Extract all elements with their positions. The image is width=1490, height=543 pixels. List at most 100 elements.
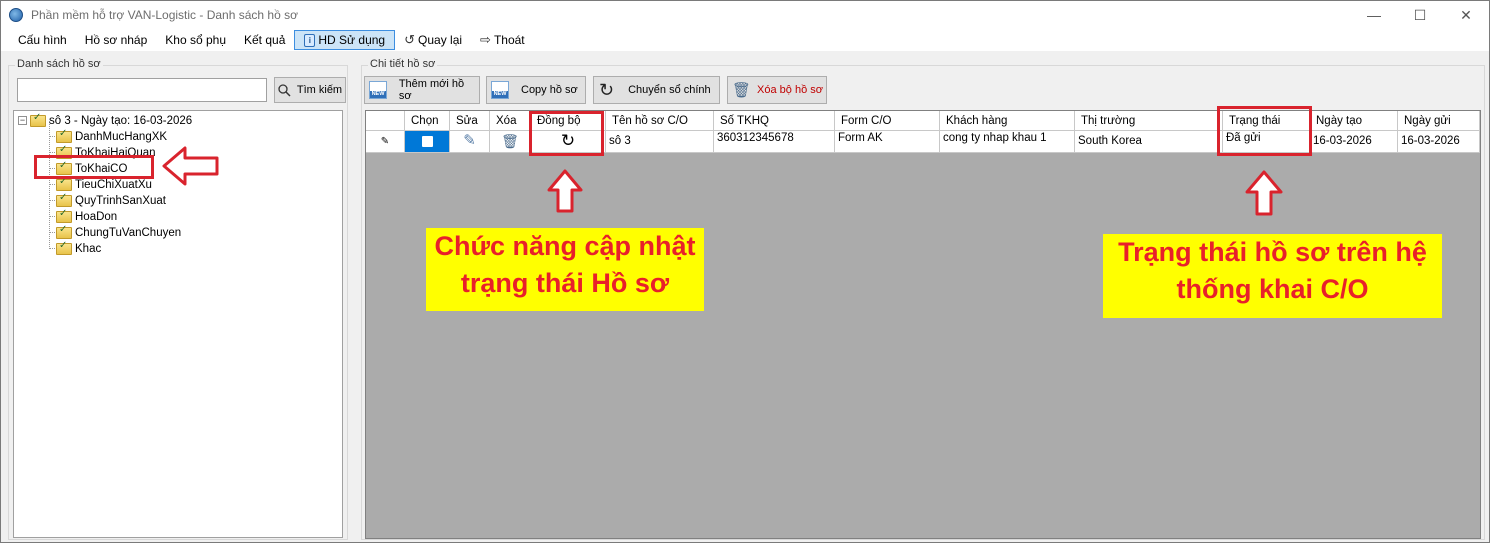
tree-node-danh-muc-hang-xk[interactable]: DanhMucHangXK (56, 128, 168, 144)
window-title: Phần mềm hỗ trợ VAN-Logistic - Danh sách… (31, 8, 298, 22)
left-arrow-icon (162, 146, 219, 186)
row-customs-number[interactable]: 360312345678 (714, 131, 835, 153)
copy-file-label: Copy hồ sơ (521, 84, 578, 96)
tree-node-label: Khac (75, 242, 102, 255)
row-edit-indicator[interactable]: ✎ (366, 131, 405, 153)
app-window: Phần mềm hỗ trợ VAN-Logistic - Danh sách… (0, 0, 1490, 543)
tree-node-label: QuyTrinhSanXuat (75, 194, 166, 207)
column-header-delete[interactable]: Xóa (490, 111, 531, 131)
folder-icon (56, 192, 72, 207)
menu-sub-ledger[interactable]: Kho sổ phụ (156, 30, 235, 50)
row-co-form[interactable]: Form AK (835, 131, 940, 153)
up-arrow-icon (547, 169, 583, 213)
edit-pencil-icon[interactable]: ✎ (463, 132, 476, 149)
delete-file-set-button[interactable]: 🗑 Xóa bộ hồ sơ (727, 76, 827, 104)
tree-node-tieu-chi-xuat-xu[interactable]: TieuChiXuatXu (56, 176, 152, 192)
menu-config-label: Cấu hình (18, 33, 67, 47)
exit-icon: ⇨ (480, 32, 491, 47)
column-header-customer[interactable]: Khách hàng (940, 111, 1075, 131)
file-list-group: Danh sách hồ sơ Tìm kiếm − sô 3 - Ngày (8, 58, 348, 540)
search-button-label: Tìm kiếm (296, 84, 343, 96)
file-list-title: Danh sách hồ sơ (15, 58, 103, 70)
folder-icon (56, 240, 72, 255)
minimize-button[interactable]: — (1351, 1, 1397, 29)
tree-root-label: sô 3 - Ngày tạo: 16-03-2026 (49, 114, 193, 127)
close-button[interactable]: ✕ (1443, 1, 1489, 29)
column-header-co-file-name[interactable]: Tên hồ sơ C/O (606, 111, 714, 131)
row-market[interactable]: South Korea (1075, 131, 1223, 153)
row-select-cell[interactable] (405, 131, 450, 153)
menu-back[interactable]: ↺ Quay lại (395, 30, 471, 50)
trash-icon: 🗑 (732, 82, 752, 99)
status-note-line-1: Trạng thái hồ sơ trên hệ (1118, 237, 1427, 267)
tree-node-chung-tu-van-chuyen[interactable]: ChungTuVanChuyen (56, 224, 182, 240)
menu-exit-label: Thoát (493, 33, 525, 47)
title-bar: Phần mềm hỗ trợ VAN-Logistic - Danh sách… (1, 1, 1489, 29)
file-grid: Chọn Sửa Xóa Đồng bộ Tên hồ sơ C/O Số TK… (365, 110, 1481, 539)
tree-node-label: ChungTuVanChuyen (75, 226, 182, 239)
delete-file-set-label: Xóa bộ hồ sơ (757, 84, 823, 96)
menu-config[interactable]: Cấu hình (9, 30, 76, 50)
file-detail-title: Chi tiết hồ sơ (368, 58, 438, 70)
convert-main-ledger-button[interactable]: ↻ Chuyển sổ chính (593, 76, 720, 104)
folder-icon (56, 128, 72, 143)
highlight-box-sync-column (529, 111, 604, 156)
tree-node-khac[interactable]: Khac (56, 240, 102, 256)
collapse-icon[interactable]: − (18, 116, 27, 125)
column-header-select[interactable]: Chọn (405, 111, 450, 131)
menu-help-guide[interactable]: i HD Sử dụng (294, 30, 396, 50)
folder-icon (56, 224, 72, 239)
add-file-button[interactable]: Thêm mới hồ sơ (364, 76, 480, 104)
menu-drafts-label: Hồ sơ nháp (84, 33, 148, 47)
sync-note-line-1: Chức năng cập nhật (434, 231, 696, 261)
row-edit-cell[interactable]: ✎ (450, 131, 490, 153)
menu-back-label: Quay lại (418, 33, 463, 47)
new-file-icon (369, 81, 387, 99)
column-header-edit[interactable]: Sửa (450, 111, 490, 131)
search-icon (278, 83, 291, 97)
row-delete-cell[interactable]: 🗑 (490, 131, 531, 153)
status-note-line-2: thống khai C/O (1176, 274, 1369, 304)
row-sent-date[interactable]: 16-03-2026 (1398, 131, 1480, 153)
folder-icon (56, 208, 72, 223)
menu-results-label: Kết quả (244, 33, 286, 47)
copy-file-button[interactable]: Copy hồ sơ (486, 76, 586, 104)
delete-trash-icon[interactable]: 🗑 (501, 133, 519, 149)
row-select-checkbox[interactable] (421, 136, 433, 147)
maximize-button[interactable]: ☐ (1397, 1, 1443, 29)
menu-results[interactable]: Kết quả (235, 30, 294, 50)
pencil-small-icon: ✎ (380, 136, 390, 147)
tree-node-quy-trinh-san-xuat[interactable]: QuyTrinhSanXuat (56, 192, 166, 208)
status-note: Trạng thái hồ sơ trên hệ thống khai C/O (1103, 234, 1442, 318)
row-co-file-name[interactable]: sô 3 (606, 131, 714, 153)
menu-help-guide-label: HD Sử dụng (318, 33, 386, 47)
tree-node-hoa-don[interactable]: HoaDon (56, 208, 118, 224)
highlight-box-to-khai-co (34, 155, 154, 179)
tree-root-node[interactable]: − sô 3 - Ngày tạo: 16-03-2026 (18, 112, 193, 128)
search-button[interactable]: Tìm kiếm (274, 77, 346, 103)
tree-connector (49, 121, 50, 249)
menu-drafts[interactable]: Hồ sơ nháp (76, 30, 157, 50)
tree-node-label: DanhMucHangXK (75, 130, 168, 143)
column-header-sent-date[interactable]: Ngày gửi (1398, 111, 1480, 131)
convert-main-ledger-label: Chuyển sổ chính (628, 84, 711, 96)
window-controls: — ☐ ✕ (1351, 1, 1489, 29)
row-customer[interactable]: cong ty nhap khau 1 (940, 131, 1075, 153)
menu-exit[interactable]: ⇨ Thoát (471, 30, 534, 50)
row-created-date[interactable]: 16-03-2026 (1310, 131, 1398, 153)
column-header-co-form[interactable]: Form C/O (835, 111, 940, 131)
tree-node-label: TieuChiXuatXu (75, 178, 152, 191)
column-header-customs-number[interactable]: Số TKHQ (714, 111, 835, 131)
sync-feature-note: Chức năng cập nhật trạng thái Hồ sơ (426, 228, 704, 311)
tree-node-label: HoaDon (75, 210, 118, 223)
back-refresh-icon: ↺ (404, 32, 416, 47)
search-input[interactable] (17, 78, 267, 102)
add-file-label: Thêm mới hồ sơ (398, 78, 465, 102)
help-doc-icon: i (304, 33, 316, 47)
highlight-box-status-column (1217, 106, 1312, 156)
sync-note-line-2: trạng thái Hồ sơ (460, 268, 670, 298)
column-header-created-date[interactable]: Ngày tạo (1310, 111, 1398, 131)
refresh-icon: ↻ (599, 79, 615, 100)
folder-icon (30, 112, 46, 127)
column-header-market[interactable]: Thị trường (1075, 111, 1223, 131)
